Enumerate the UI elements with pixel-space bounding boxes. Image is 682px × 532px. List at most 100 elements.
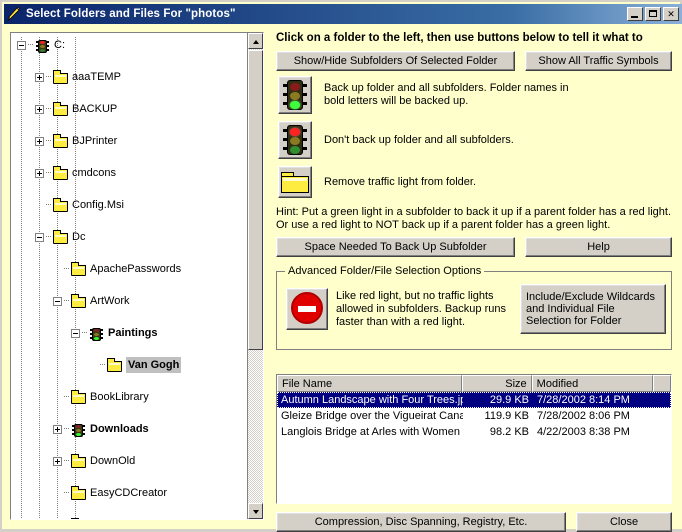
tree-item-paintings[interactable]: Paintings	[11, 325, 247, 341]
no-entry-button[interactable]	[286, 288, 328, 330]
tree-item-cmdcons[interactable]: cmdcons	[11, 165, 247, 181]
arrow-down-icon	[253, 510, 259, 514]
cell-file-name: Autumn Landscape with Four Trees.jpg	[277, 392, 463, 408]
tree-connector	[64, 460, 70, 461]
tree-connector	[64, 268, 70, 269]
tree-item-bjprinter[interactable]: BJPrinter	[11, 133, 247, 149]
folder-icon	[71, 455, 87, 468]
tree-item-artwork[interactable]: ArtWork	[11, 293, 247, 309]
column-header-extra[interactable]	[653, 375, 671, 392]
collapse-icon[interactable]	[71, 329, 80, 338]
tree-connector	[46, 236, 52, 237]
tree-item-label: Dc	[72, 229, 85, 245]
tree-connector	[64, 492, 70, 493]
tree-item-label: C:	[54, 37, 65, 53]
tree-item-booklibrary[interactable]: BookLibrary	[11, 389, 247, 405]
tree-connector	[82, 332, 88, 333]
dialog-window: Select Folders and Files For "photos" ✕ …	[0, 0, 682, 531]
tree-item-dc[interactable]: Dc	[11, 229, 247, 245]
compression-button[interactable]: Compression, Disc Spanning, Registry, Et…	[276, 512, 566, 532]
tree-item-label: Van Gogh	[126, 357, 181, 373]
pencil-icon	[6, 6, 22, 22]
column-header-size[interactable]: Size	[462, 375, 532, 392]
tree-connector	[46, 140, 52, 141]
help-button[interactable]: Help	[525, 237, 672, 257]
dialog-body: C: aaaTEMP BACKUP BJPrinter cmdcons Config.Ms…	[4, 24, 682, 529]
folder-icon	[107, 359, 123, 372]
green-light-button[interactable]	[278, 76, 312, 114]
expand-icon[interactable]	[53, 425, 62, 434]
maximize-button[interactable]	[645, 7, 661, 21]
expand-icon[interactable]	[35, 73, 44, 82]
tree-item-label: Config.Msi	[72, 197, 124, 213]
no-entry-icon	[291, 292, 323, 324]
tree-item-label: BookLibrary	[90, 389, 149, 405]
tree-item-backup[interactable]: BACKUP	[11, 101, 247, 117]
minimize-button[interactable]	[627, 7, 643, 21]
folder-icon	[71, 263, 87, 276]
tree-connector	[64, 396, 70, 397]
file-list-header[interactable]: File NameSizeModified	[277, 375, 671, 392]
red-light-button[interactable]	[278, 121, 312, 159]
tree-connector	[46, 108, 52, 109]
hint-text: Hint: Put a green light in a subfolder t…	[276, 206, 674, 232]
expand-icon[interactable]	[53, 457, 62, 466]
tree-item-downloads[interactable]: Downloads	[11, 421, 247, 437]
table-row[interactable]: Gleize Bridge over the Vigueirat Canal, …	[277, 408, 671, 424]
column-header-file-name[interactable]: File Name	[277, 375, 462, 392]
cell-file-name: Gleize Bridge over the Vigueirat Canal, …	[277, 408, 463, 424]
close-icon[interactable]: ✕	[663, 7, 679, 21]
tree-item-label: Downloads	[90, 421, 149, 437]
expand-icon[interactable]	[35, 105, 44, 114]
tree-item-label: FTPSites	[90, 517, 135, 519]
tree-item-label: BACKUP	[72, 101, 117, 117]
table-row[interactable]: Autumn Landscape with Four Trees.jpg29.9…	[277, 392, 671, 408]
cell-modified: 7/28/2002 8:14 PM	[533, 392, 655, 408]
cell-size: 119.9 KB	[463, 408, 533, 424]
show-all-traffic-symbols-button[interactable]: Show All Traffic Symbols	[525, 51, 672, 71]
folder-icon	[53, 71, 69, 84]
file-list[interactable]: File NameSizeModified Autumn Landscape w…	[276, 374, 672, 504]
expand-icon[interactable]	[35, 169, 44, 178]
scroll-thumb[interactable]	[248, 50, 263, 350]
file-list-body[interactable]: Autumn Landscape with Four Trees.jpg29.9…	[277, 392, 671, 440]
traffic-light-green-icon	[71, 423, 87, 436]
table-row[interactable]: Langlois Bridge at Arles with Women W...…	[277, 424, 671, 440]
cell-size: 29.9 KB	[463, 392, 533, 408]
folder-tree[interactable]: C: aaaTEMP BACKUP BJPrinter cmdcons Config.Ms…	[11, 33, 247, 519]
folder-icon	[53, 167, 69, 180]
green-light-description: Back up folder and all subfolders. Folde…	[324, 82, 574, 108]
tree-item-ftpsites[interactable]: FTPSites	[11, 517, 247, 519]
tree-item-label: cmdcons	[72, 165, 116, 181]
title-bar: Select Folders and Files For "photos" ✕	[4, 4, 682, 24]
folder-icon	[53, 135, 69, 148]
space-needed-button[interactable]: Space Needed To Back Up Subfolder	[276, 237, 515, 257]
column-header-modified[interactable]: Modified	[532, 375, 653, 392]
tree-item-config-msi[interactable]: Config.Msi	[11, 197, 247, 213]
tree-connector	[64, 300, 70, 301]
tree-item-downold[interactable]: DownOld	[11, 453, 247, 469]
tree-item-aaatemp[interactable]: aaaTEMP	[11, 69, 247, 85]
remove-traffic-light-button[interactable]	[278, 166, 312, 198]
close-button[interactable]: Close	[576, 512, 672, 532]
folder-tree-panel[interactable]: C: aaaTEMP BACKUP BJPrinter cmdcons Config.Ms…	[10, 32, 264, 520]
collapse-icon[interactable]	[35, 233, 44, 242]
folder-icon	[53, 199, 69, 212]
advanced-options-title: Advanced Folder/File Selection Options	[285, 265, 484, 277]
traffic-light-green-icon	[283, 80, 307, 110]
instruction-header: Click on a folder to the left, then use …	[276, 32, 676, 47]
collapse-icon[interactable]	[53, 297, 62, 306]
tree-item-c[interactable]: C:	[11, 37, 247, 53]
tree-item-apachepasswords[interactable]: ApachePasswords	[11, 261, 247, 277]
traffic-light-red-icon	[35, 39, 51, 52]
scroll-up-button[interactable]	[248, 33, 263, 49]
show-hide-subfolders-button[interactable]: Show/Hide Subfolders Of Selected Folder	[276, 51, 515, 71]
tree-item-van-gogh[interactable]: Van Gogh	[11, 357, 247, 373]
tree-scrollbar[interactable]	[247, 33, 263, 519]
tree-item-easycdcreator[interactable]: EasyCDCreator	[11, 485, 247, 501]
cell-modified: 7/28/2002 8:06 PM	[533, 408, 655, 424]
scroll-down-button[interactable]	[248, 503, 263, 519]
expand-icon[interactable]	[35, 137, 44, 146]
wildcards-button[interactable]: Include/Exclude Wildcards and Individual…	[520, 284, 666, 334]
collapse-icon[interactable]	[17, 41, 26, 50]
